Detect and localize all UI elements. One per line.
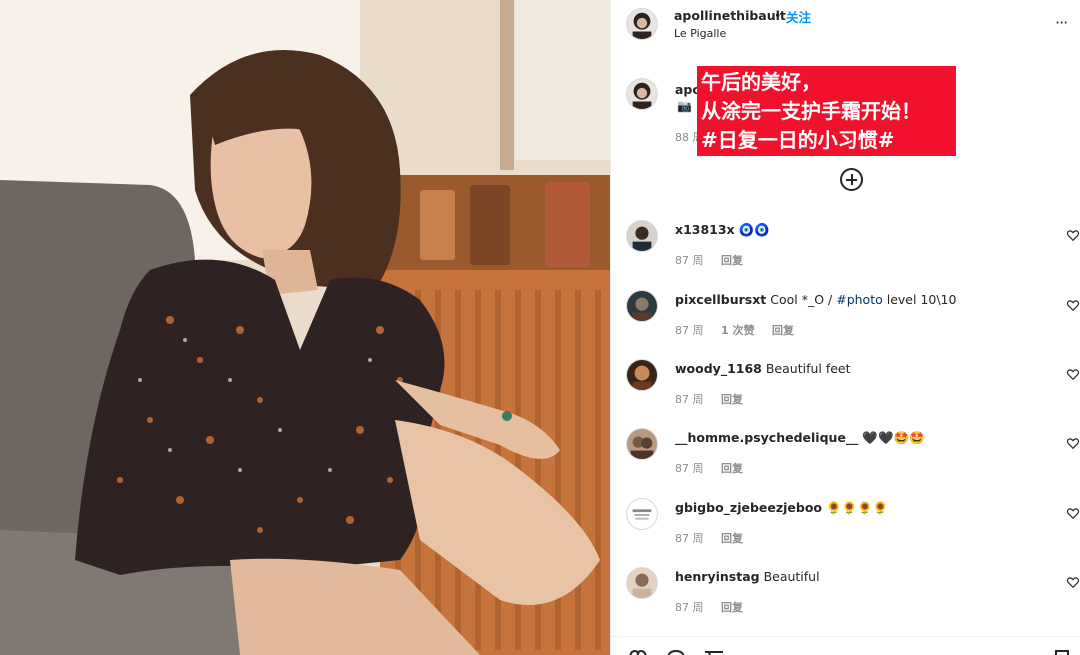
post-location[interactable]: Le Pigalle bbox=[674, 27, 726, 40]
reply-button[interactable]: 回复 bbox=[721, 393, 743, 406]
comment-text-tail: level 10\10 bbox=[886, 292, 957, 307]
comment-username[interactable]: pixcellbursxt bbox=[675, 292, 766, 307]
share-icon[interactable] bbox=[703, 649, 725, 655]
comment-line: pixcellbursxt Cool *_O / #photo level 10… bbox=[675, 292, 956, 307]
comment-time: 87 周 bbox=[675, 324, 704, 337]
comment-time: 87 周 bbox=[675, 254, 704, 267]
caption-overlay-line: 从涂完一支护手霜开始！ bbox=[701, 99, 921, 123]
like-heart-icon[interactable] bbox=[1066, 228, 1080, 242]
comment-line: henryinstag Beautiful bbox=[675, 569, 820, 584]
comment-text: Beautiful feet bbox=[765, 361, 851, 376]
commenter-avatar[interactable] bbox=[626, 290, 658, 322]
comment-meta: 87 周 回复 bbox=[675, 252, 757, 268]
like-icon[interactable] bbox=[627, 649, 649, 655]
follow-button[interactable]: 关注 bbox=[786, 7, 811, 26]
reply-button[interactable]: 回复 bbox=[721, 601, 743, 614]
caption-overlay-banner: 午后的美好， 从涂完一支护手霜开始！ #日复一日的小习惯# bbox=[697, 66, 956, 156]
comment-time: 87 周 bbox=[675, 601, 704, 614]
comment-meta: 87 周 回复 bbox=[675, 530, 757, 546]
comment-item: gbigbo_zjebeezjeboo 🌻🌻🌻🌻 87 周 回复 bbox=[611, 498, 1080, 567]
separator-dot: • bbox=[774, 8, 782, 23]
comment-likes[interactable]: 1 次赞 bbox=[721, 324, 754, 337]
comment-text: 🖤🖤🤩🤩 bbox=[862, 430, 925, 445]
commenter-avatar[interactable] bbox=[626, 498, 658, 530]
comment-item: __homme.psychedelique__ 🖤🖤🤩🤩 87 周 回复 bbox=[611, 428, 1080, 497]
comment-line: woody_1168 Beautiful feet bbox=[675, 361, 851, 376]
comment-meta: 87 周 回复 bbox=[675, 599, 757, 615]
comment-time: 87 周 bbox=[675, 393, 704, 406]
commenter-avatar[interactable] bbox=[626, 359, 658, 391]
like-heart-icon[interactable] bbox=[1066, 575, 1080, 589]
post-header: apollinethibault • 关注 Le Pigalle ··· bbox=[611, 0, 1080, 52]
comment-username[interactable]: __homme.psychedelique__ bbox=[675, 430, 858, 445]
caption-overlay-line: 午后的美好， bbox=[701, 70, 821, 94]
comment-username[interactable]: x13813x bbox=[675, 222, 735, 237]
camera-icon: 📷 bbox=[677, 99, 692, 113]
reply-button[interactable]: 回复 bbox=[721, 462, 743, 475]
action-bar bbox=[611, 636, 1080, 655]
comment-username[interactable]: gbigbo_zjebeezjeboo bbox=[675, 500, 822, 515]
comment-line: __homme.psychedelique__ 🖤🖤🤩🤩 bbox=[675, 430, 925, 446]
commenter-avatar[interactable] bbox=[626, 428, 658, 460]
like-heart-icon[interactable] bbox=[1066, 298, 1080, 312]
post-image bbox=[0, 0, 610, 655]
author-username[interactable]: apollinethibault bbox=[674, 8, 786, 23]
comment-time: 87 周 bbox=[675, 532, 704, 545]
comment-username[interactable]: woody_1168 bbox=[675, 361, 762, 376]
reply-button[interactable]: 回复 bbox=[772, 324, 794, 337]
comment-item: pixcellbursxt Cool *_O / #photo level 10… bbox=[611, 290, 1080, 359]
comment-line: gbigbo_zjebeezjeboo 🌻🌻🌻🌻 bbox=[675, 500, 888, 516]
comment-text: 🌻🌻🌻🌻 bbox=[826, 500, 889, 515]
comment-item: x13813x 🧿🧿 87 周 回复 bbox=[611, 220, 1080, 289]
load-more-comments-icon[interactable] bbox=[840, 168, 863, 191]
comment-text: Cool *_O / bbox=[770, 292, 833, 307]
comment-item: henryinstag Beautiful 87 周 回复 bbox=[611, 567, 1080, 636]
comment-text: 🧿🧿 bbox=[738, 222, 770, 237]
like-heart-icon[interactable] bbox=[1066, 506, 1080, 520]
caption-overlay-line: #日复一日的小习惯# bbox=[701, 128, 895, 152]
author-avatar[interactable] bbox=[626, 8, 658, 40]
comment-meta: 87 周 1 次赞 回复 bbox=[675, 322, 808, 338]
comment-item: woody_1168 Beautiful feet 87 周 回复 bbox=[611, 359, 1080, 428]
more-options-icon[interactable]: ··· bbox=[1055, 13, 1068, 32]
comment-line: x13813x 🧿🧿 bbox=[675, 222, 770, 238]
save-icon[interactable] bbox=[1051, 649, 1073, 655]
caption-author-avatar[interactable] bbox=[626, 78, 658, 110]
comment-icon[interactable] bbox=[665, 649, 687, 655]
like-heart-icon[interactable] bbox=[1066, 436, 1080, 450]
comment-username[interactable]: henryinstag bbox=[675, 569, 760, 584]
comment-text: Beautiful bbox=[763, 569, 820, 584]
reply-button[interactable]: 回复 bbox=[721, 254, 743, 267]
reply-button[interactable]: 回复 bbox=[721, 532, 743, 545]
comment-time: 87 周 bbox=[675, 462, 704, 475]
comment-meta: 87 周 回复 bbox=[675, 460, 757, 476]
like-heart-icon[interactable] bbox=[1066, 367, 1080, 381]
commenter-avatar[interactable] bbox=[626, 567, 658, 599]
post-photo[interactable] bbox=[0, 0, 610, 655]
commenter-avatar[interactable] bbox=[626, 220, 658, 252]
comment-meta: 87 周 回复 bbox=[675, 391, 757, 407]
comment-hashtag[interactable]: #photo bbox=[836, 292, 883, 307]
